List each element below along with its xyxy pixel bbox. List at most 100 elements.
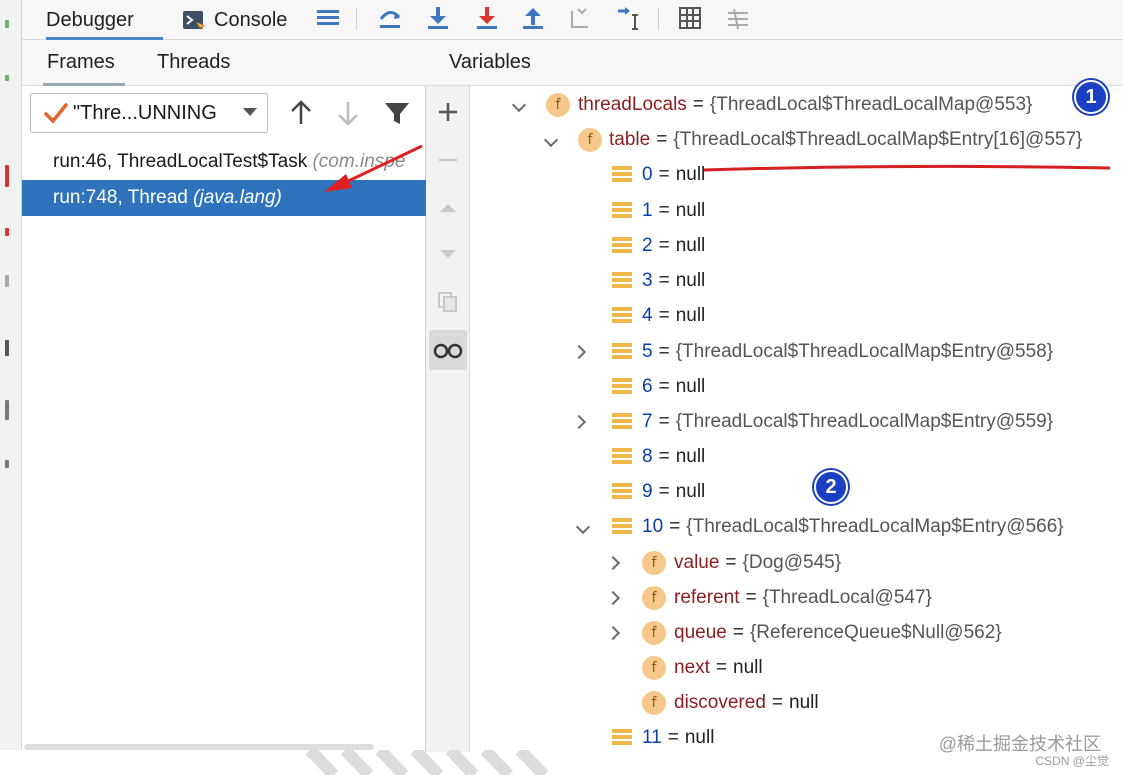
show-execution-point-icon[interactable] bbox=[315, 5, 341, 31]
equals-sign: = bbox=[725, 552, 737, 573]
step-into-icon[interactable] bbox=[425, 5, 451, 31]
filter-icon[interactable] bbox=[382, 98, 412, 128]
debugger-toolbar: Debugger Console bbox=[22, 0, 1123, 40]
thread-selector[interactable]: "Thre...UNNING bbox=[30, 93, 268, 133]
variable-row[interactable]: f table = {ThreadLocal$ThreadLocalMap$Entry… bbox=[470, 123, 1123, 157]
tab-threads[interactable]: Threads bbox=[157, 40, 230, 86]
array-element-icon bbox=[612, 343, 632, 362]
remove-watch-button[interactable] bbox=[429, 140, 467, 180]
variable-name: threadLocals bbox=[578, 94, 687, 115]
tab-debugger[interactable]: Debugger bbox=[46, 0, 163, 40]
show-watches-toggle[interactable] bbox=[429, 330, 467, 370]
array-element-icon bbox=[612, 237, 632, 256]
variable-value: null bbox=[789, 692, 819, 713]
chevron-right-icon[interactable] bbox=[605, 625, 621, 641]
annotation-underline bbox=[703, 164, 1111, 172]
trace-current-stream-icon[interactable] bbox=[725, 5, 751, 31]
frame-package: (java.lang) bbox=[193, 187, 282, 208]
step-over-icon[interactable] bbox=[377, 5, 403, 31]
triangle-up-icon bbox=[440, 204, 456, 212]
annotation-arrow-icon bbox=[324, 144, 423, 192]
duplicate-watch-button[interactable] bbox=[429, 282, 467, 322]
chevron-right-icon[interactable] bbox=[605, 590, 621, 606]
strip-marker bbox=[5, 460, 9, 468]
variable-name: queue bbox=[674, 622, 727, 643]
equals-sign: = bbox=[658, 411, 670, 432]
chevron-down-icon[interactable] bbox=[543, 132, 559, 148]
variable-row[interactable]: f next = null bbox=[470, 651, 1123, 685]
equals-sign: = bbox=[656, 129, 668, 150]
variable-value: null bbox=[675, 305, 706, 326]
chevron-down-icon[interactable] bbox=[511, 97, 527, 113]
variable-text: 6 = null bbox=[642, 370, 705, 404]
variable-row[interactable]: 1 = null bbox=[470, 194, 1123, 228]
variable-row[interactable]: 4 = null bbox=[470, 299, 1123, 333]
variable-text: next = null bbox=[674, 651, 763, 685]
variable-text: threadLocals = {ThreadLocal$ThreadLocalMap… bbox=[578, 88, 1032, 122]
variable-row[interactable]: f discovered = null bbox=[470, 686, 1123, 720]
equals-sign: = bbox=[658, 270, 670, 291]
chevron-right-icon[interactable] bbox=[605, 555, 621, 571]
variable-row[interactable]: f queue = {ReferenceQueue$Null@562} bbox=[470, 616, 1123, 650]
left-tool-strip bbox=[0, 0, 22, 750]
equals-sign: = bbox=[658, 305, 670, 326]
arrow-down-icon[interactable] bbox=[333, 98, 363, 128]
variable-row[interactable]: 10 = {ThreadLocal$ThreadLocalMap$Entry@566… bbox=[470, 510, 1123, 544]
variable-name: 4 bbox=[642, 305, 653, 326]
equals-sign: = bbox=[658, 341, 670, 362]
variable-name: 5 bbox=[642, 341, 653, 362]
console-icon bbox=[183, 11, 206, 29]
variable-row[interactable]: 3 = null bbox=[470, 264, 1123, 298]
frame-method: run:46, ThreadLocalTest$Task bbox=[53, 151, 308, 172]
variable-row[interactable]: 6 = null bbox=[470, 370, 1123, 404]
array-element-icon bbox=[612, 413, 632, 432]
variable-name: 8 bbox=[642, 446, 653, 467]
variable-value: null bbox=[684, 727, 715, 748]
equals-sign: = bbox=[658, 235, 670, 256]
field-icon: f bbox=[642, 656, 666, 680]
move-down-button[interactable] bbox=[429, 234, 467, 274]
move-up-button[interactable] bbox=[429, 188, 467, 228]
tab-frames[interactable]: Frames bbox=[43, 40, 125, 86]
chevron-right-icon[interactable] bbox=[571, 414, 587, 430]
arrow-up-icon[interactable] bbox=[286, 98, 316, 128]
evaluate-expression-icon[interactable] bbox=[677, 5, 703, 31]
glasses-icon bbox=[433, 343, 463, 359]
variable-name: discovered bbox=[674, 692, 766, 713]
variable-value: null bbox=[675, 446, 706, 467]
tab-console[interactable]: Console bbox=[182, 0, 322, 40]
variable-row[interactable]: 9 = null bbox=[470, 475, 1123, 509]
equals-sign: = bbox=[692, 94, 704, 115]
variable-text: queue = {ReferenceQueue$Null@562} bbox=[674, 616, 1002, 650]
variable-row[interactable]: f value = {Dog@545} bbox=[470, 546, 1123, 580]
variable-name: 6 bbox=[642, 376, 653, 397]
field-icon: f bbox=[642, 551, 666, 575]
run-to-cursor-icon[interactable] bbox=[616, 5, 642, 31]
annotation-badge-1: 1 bbox=[1074, 80, 1108, 114]
force-step-into-icon[interactable] bbox=[474, 5, 500, 31]
variable-value: {ThreadLocal$ThreadLocalMap$Entry[16]@55… bbox=[673, 129, 1083, 150]
step-out-icon[interactable] bbox=[520, 5, 546, 31]
frames-panel-tabs: Frames Threads bbox=[22, 40, 426, 86]
equals-sign: = bbox=[658, 376, 670, 397]
variable-row[interactable]: f threadLocals = {ThreadLocal$ThreadLocalMa… bbox=[470, 88, 1123, 122]
variable-row[interactable]: 5 = {ThreadLocal$ThreadLocalMap$Entry@558} bbox=[470, 335, 1123, 369]
new-watch-button[interactable] bbox=[429, 92, 467, 132]
field-icon: f bbox=[578, 128, 602, 152]
chevron-down-icon[interactable] bbox=[575, 519, 591, 535]
variable-row[interactable]: 7 = {ThreadLocal$ThreadLocalMap$Entry@559} bbox=[470, 405, 1123, 439]
variable-text: 5 = {ThreadLocal$ThreadLocalMap$Entry@558} bbox=[642, 335, 1053, 369]
variable-row[interactable]: 2 = null bbox=[470, 229, 1123, 263]
variables-side-toolbar bbox=[426, 40, 470, 752]
array-element-icon bbox=[612, 202, 632, 221]
array-element-icon bbox=[612, 483, 632, 502]
toolbar-separator bbox=[658, 8, 659, 30]
variable-row[interactable]: f referent = {ThreadLocal@547} bbox=[470, 581, 1123, 615]
check-icon bbox=[44, 103, 68, 124]
chevron-right-icon[interactable] bbox=[571, 344, 587, 360]
variable-value: null bbox=[675, 481, 706, 502]
variable-row[interactable]: 8 = null bbox=[470, 440, 1123, 474]
drop-frame-icon[interactable] bbox=[568, 5, 594, 31]
watermark-author: CSDN @尘觉 bbox=[1035, 754, 1109, 768]
variable-text: 4 = null bbox=[642, 299, 705, 333]
